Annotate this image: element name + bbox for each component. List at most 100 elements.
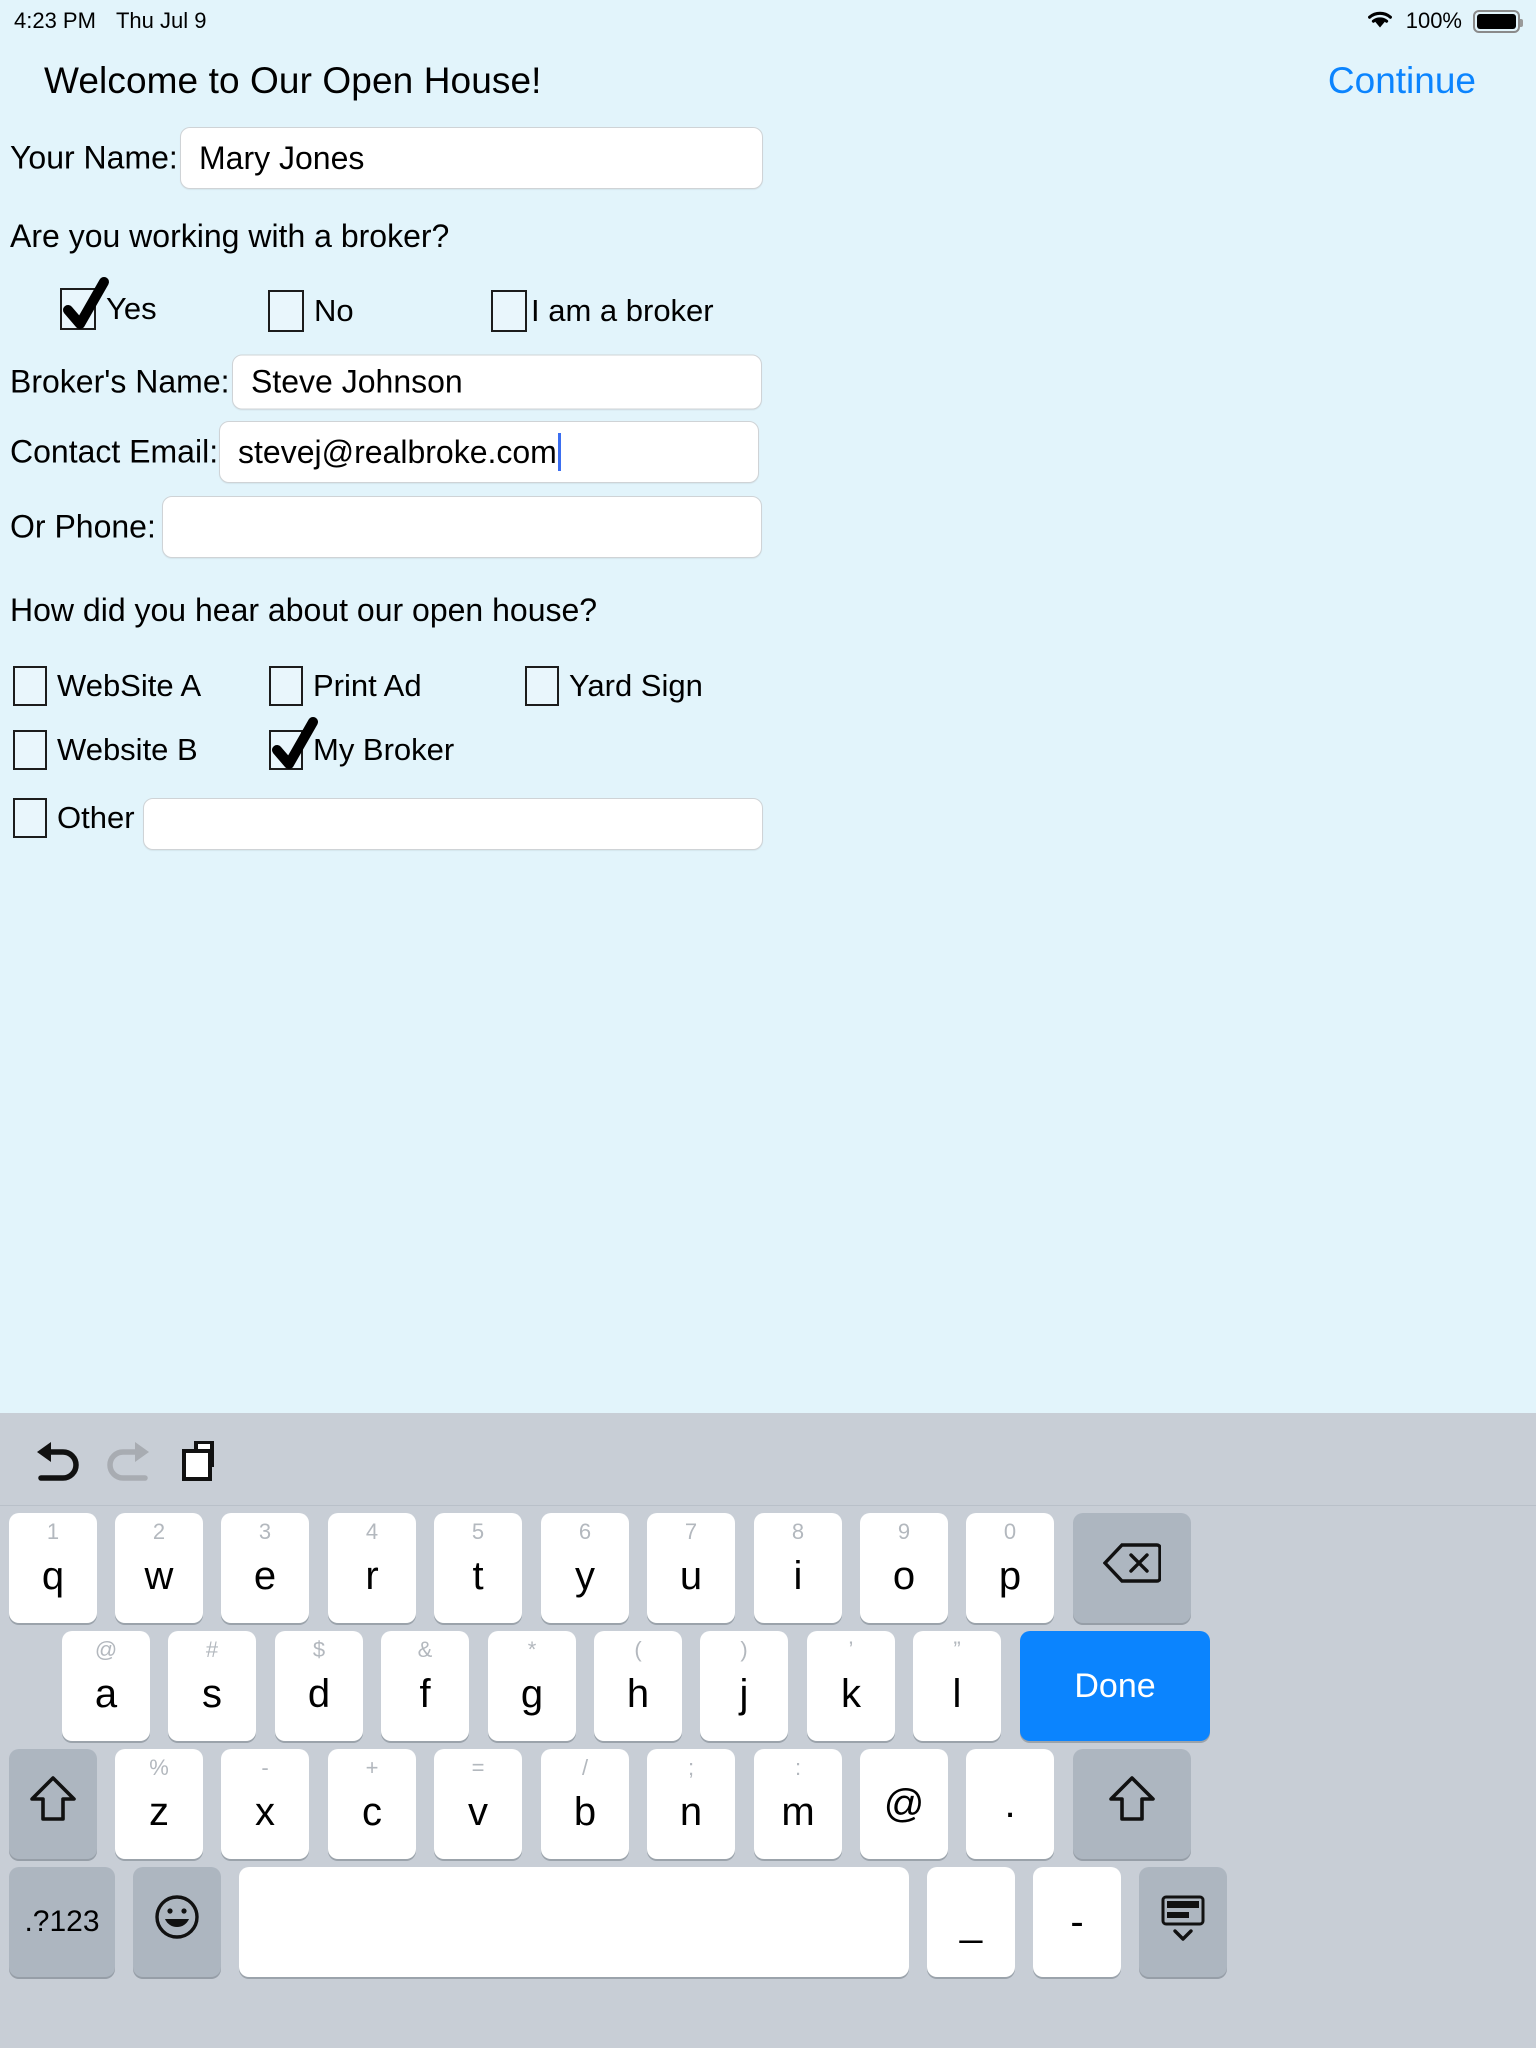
key-w[interactable]: 2 w: [115, 1513, 203, 1623]
key-w-label: w: [144, 1554, 174, 1598]
broker-name-input[interactable]: Steve Johnson: [232, 354, 762, 410]
key-numeric-switch[interactable]: .?123: [9, 1867, 115, 1977]
key-emoji[interactable]: [133, 1867, 221, 1977]
keyboard-row-1: 1 q 2 w 3 e 4 r 5 t 6 y 7 u 8 i 9 o 0 p: [0, 1513, 1536, 1631]
key-u-alt: 7: [684, 1519, 698, 1544]
key-o[interactable]: 9 o: [860, 1513, 948, 1623]
key-numeric-switch-label: .?123: [24, 1905, 100, 1938]
key-l[interactable]: ” l: [913, 1631, 1001, 1741]
checkbox-no-label: No: [314, 293, 354, 328]
checkbox-print-ad[interactable]: Print Ad: [269, 666, 422, 706]
checkbox-my-broker-box[interactable]: [269, 717, 318, 770]
key-s[interactable]: # s: [168, 1631, 256, 1741]
key-shift-left[interactable]: [9, 1749, 97, 1859]
key-t[interactable]: 5 t: [434, 1513, 522, 1623]
checkbox-i-am-broker-box[interactable]: [491, 290, 527, 332]
key-p[interactable]: 0 p: [966, 1513, 1054, 1623]
key-hyphen-label: -: [1070, 1900, 1084, 1944]
status-time: 4:23 PM: [14, 8, 96, 33]
key-k-alt: ’: [848, 1637, 854, 1662]
key-g-alt: *: [527, 1637, 537, 1662]
continue-button[interactable]: Continue: [1328, 60, 1476, 102]
checkbox-print-ad-box[interactable]: [269, 666, 303, 706]
key-m-label: m: [781, 1790, 815, 1834]
key-a[interactable]: @ a: [62, 1631, 150, 1741]
checkbox-yard-sign-box[interactable]: [525, 666, 559, 706]
undo-icon[interactable]: [24, 1431, 90, 1489]
wifi-icon: [1365, 7, 1395, 35]
paste-icon[interactable]: [168, 1431, 234, 1489]
key-done[interactable]: Done: [1020, 1631, 1210, 1741]
key-g[interactable]: * g: [488, 1631, 576, 1741]
key-i[interactable]: 8 i: [754, 1513, 842, 1623]
on-screen-keyboard: 1 q 2 w 3 e 4 r 5 t 6 y 7 u 8 i 9 o 0 p …: [0, 1413, 1536, 2048]
phone-input[interactable]: [162, 496, 762, 558]
contact-email-field-row: Contact Email: stevej@realbroke.com: [0, 417, 1536, 487]
key-d[interactable]: $ d: [275, 1631, 363, 1741]
checkbox-no[interactable]: No: [268, 290, 354, 332]
key-d-alt: $: [312, 1637, 326, 1662]
checkbox-i-am-broker[interactable]: I am a broker: [491, 290, 714, 332]
key-v[interactable]: = v: [434, 1749, 522, 1859]
other-input[interactable]: [143, 798, 763, 850]
key-n[interactable]: ; n: [647, 1749, 735, 1859]
status-bar-right: 100%: [1365, 7, 1523, 35]
checkbox-other-box[interactable]: [13, 798, 47, 838]
checkbox-my-broker[interactable]: My Broker: [269, 717, 455, 770]
key-underscore[interactable]: _: [927, 1867, 1015, 1977]
key-hyphen[interactable]: -: [1033, 1867, 1121, 1977]
checkbox-yes-box[interactable]: [60, 277, 109, 330]
checkbox-yard-sign[interactable]: Yard Sign: [525, 666, 703, 706]
key-j-label: j: [739, 1672, 749, 1716]
key-z[interactable]: % z: [115, 1749, 203, 1859]
name-field-row: Your Name: Mary Jones: [0, 120, 1536, 195]
key-f[interactable]: & f: [381, 1631, 469, 1741]
key-m-alt: :: [794, 1755, 802, 1780]
key-h[interactable]: ( h: [594, 1631, 682, 1741]
contact-email-input[interactable]: stevej@realbroke.com: [219, 421, 759, 483]
phone-label: Or Phone:: [10, 508, 156, 545]
key-dismiss-keyboard[interactable]: [1139, 1867, 1227, 1977]
name-input[interactable]: Mary Jones: [180, 127, 763, 189]
key-backspace[interactable]: [1073, 1513, 1191, 1623]
key-period[interactable]: .: [966, 1749, 1054, 1859]
key-h-alt: (: [634, 1637, 642, 1662]
checkbox-other[interactable]: Other: [13, 798, 135, 838]
key-r[interactable]: 4 r: [328, 1513, 416, 1623]
key-f-label: f: [419, 1672, 431, 1716]
key-o-label: o: [892, 1554, 916, 1598]
key-k[interactable]: ’ k: [807, 1631, 895, 1741]
key-done-label: Done: [1074, 1667, 1156, 1705]
checkbox-yes[interactable]: Yes: [60, 277, 157, 330]
key-u[interactable]: 7 u: [647, 1513, 735, 1623]
key-n-alt: ;: [687, 1755, 695, 1780]
key-f-alt: &: [417, 1637, 433, 1662]
key-space[interactable]: [239, 1867, 909, 1977]
checkbox-website-b[interactable]: Website B: [13, 730, 198, 770]
key-x-label: x: [255, 1790, 275, 1834]
keyboard-toolbar-divider: [0, 1505, 1536, 1506]
checkbox-website-a-box[interactable]: [13, 666, 47, 706]
key-e-alt: 3: [258, 1519, 272, 1544]
key-q[interactable]: 1 q: [9, 1513, 97, 1623]
key-x[interactable]: - x: [221, 1749, 309, 1859]
key-b[interactable]: / b: [541, 1749, 629, 1859]
checkbox-website-b-label: Website B: [57, 732, 198, 767]
key-y[interactable]: 6 y: [541, 1513, 629, 1623]
key-m[interactable]: : m: [754, 1749, 842, 1859]
checkbox-website-a[interactable]: WebSite A: [13, 666, 201, 706]
checkbox-my-broker-label: My Broker: [313, 732, 455, 767]
broker-name-label: Broker's Name:: [10, 363, 230, 400]
key-e[interactable]: 3 e: [221, 1513, 309, 1623]
checkbox-no-box[interactable]: [268, 290, 304, 332]
key-shift-right[interactable]: [1073, 1749, 1191, 1859]
key-c[interactable]: + c: [328, 1749, 416, 1859]
name-label: Your Name:: [10, 139, 178, 176]
key-c-label: c: [362, 1790, 382, 1834]
checkbox-website-b-box[interactable]: [13, 730, 47, 770]
key-j[interactable]: ) j: [700, 1631, 788, 1741]
checkmark-icon: [63, 277, 109, 329]
checkbox-other-label: Other: [57, 800, 135, 835]
shift-icon: [1107, 1773, 1157, 1835]
key-at[interactable]: @: [860, 1749, 948, 1859]
